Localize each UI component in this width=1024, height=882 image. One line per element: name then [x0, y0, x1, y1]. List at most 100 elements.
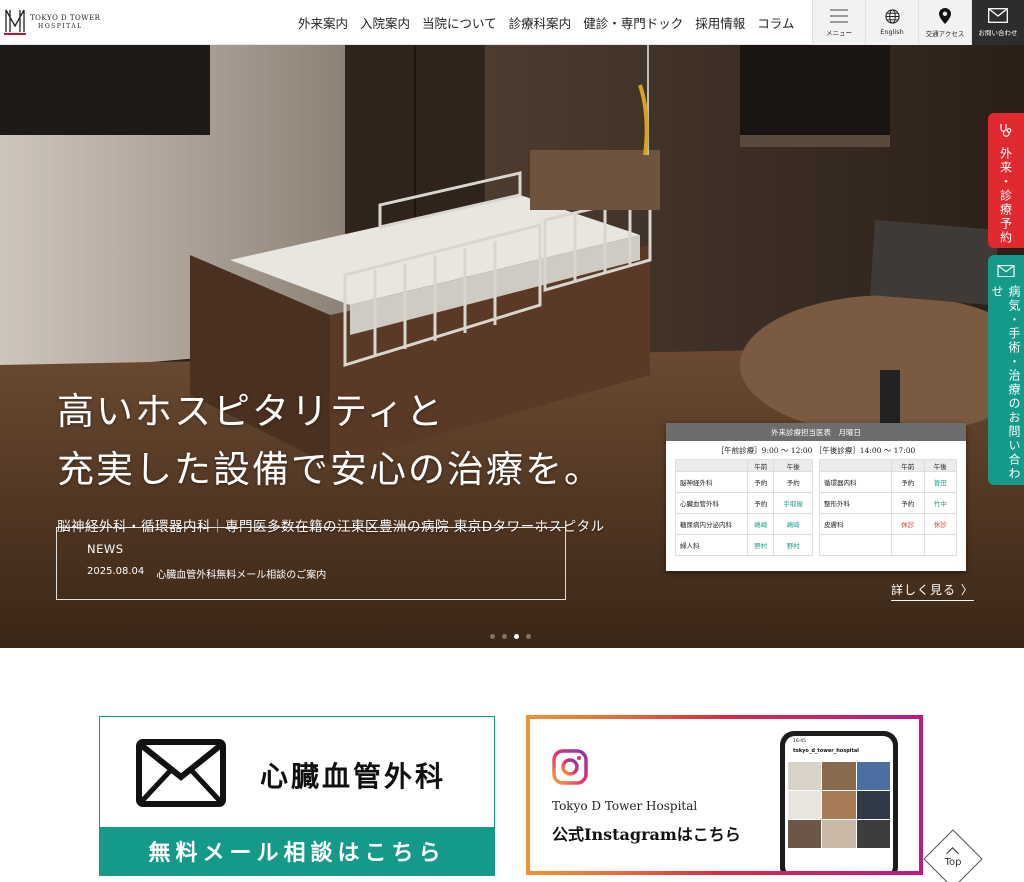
- access-label: 交通アクセス: [925, 29, 965, 38]
- schedule-am: 予約: [891, 492, 925, 514]
- more-details-link[interactable]: 詳しく見る 〉: [891, 581, 974, 601]
- logo-line1: TOKYO D TOWER: [30, 13, 101, 22]
- schedule-row: [819, 534, 957, 556]
- schedule-dept: 脳神経外科: [675, 471, 748, 493]
- nav-column[interactable]: コラム: [751, 13, 800, 32]
- slider-dot[interactable]: [514, 634, 519, 639]
- schedule-dept: 皮膚科: [819, 513, 892, 535]
- schedule-row: 心臓血管外科 予約 手取屋: [675, 492, 813, 514]
- logo-mark-icon: [4, 9, 26, 35]
- slider-dot[interactable]: [490, 634, 495, 639]
- schedule-am: 予約: [746, 471, 775, 493]
- hero-slider[interactable]: 高いホスピタリティと 充実した設備で安心の治療を。 脳神経外科・循環器内科｜専門…: [0, 45, 1024, 648]
- menu-label: メニュー: [826, 28, 852, 37]
- mail-icon: [988, 8, 1008, 23]
- schedule-pm: 休診: [923, 513, 957, 535]
- schedule-am: 休診: [891, 513, 925, 535]
- contact-label: お問い合わせ: [978, 29, 1018, 37]
- nav-recruit[interactable]: 採用情報: [689, 13, 751, 32]
- hero-title-line2: 充実した設備で安心の治療を。: [57, 448, 603, 491]
- schedule-row: 整形外科 予約 竹中: [819, 492, 957, 514]
- access-button[interactable]: 交通アクセス: [918, 0, 971, 45]
- schedule-row: 循環器内科 予約 曽田: [819, 471, 957, 493]
- schedule-table-left: 午前 午後 脳神経外科 予約 予約 心臓血管外科 予約 手取屋 糖尿病内分泌内科 嶋崎 嶋崎 婦人…: [675, 459, 813, 556]
- slider-dots: [490, 634, 531, 639]
- schedule-dept: 整形外科: [819, 492, 892, 514]
- nav-inpatient[interactable]: 入院案内: [354, 13, 416, 32]
- nav-checkup[interactable]: 健診・専門ドック: [577, 13, 689, 32]
- schedule-pm: 嶋崎: [773, 513, 813, 535]
- phone-username: tokyo_d_tower_hospital: [793, 748, 859, 754]
- schedule-dept: 糖尿病内分泌内科: [675, 513, 748, 535]
- hospital-logo[interactable]: TOKYO D TOWER HOSPITAL: [4, 6, 100, 38]
- instagram-banner[interactable]: Tokyo D Tower Hospital 公式Instagramはこちら 1…: [526, 715, 923, 875]
- english-label: English: [880, 28, 904, 36]
- schedule-pm: 野村: [773, 534, 813, 556]
- news-box[interactable]: NEWS 2025.08.04 心臓血管外科無料メール相談のご案内: [56, 527, 566, 600]
- schedule-pm: 竹中: [923, 492, 957, 514]
- cardiac-mail-consult-banner[interactable]: 心臓血管外科 無料メール相談はこちら: [99, 716, 495, 876]
- schedule-am: 嶋崎: [746, 513, 775, 535]
- schedule-dept: [819, 534, 892, 556]
- news-text: 心臓血管外科無料メール相談のご案内: [156, 570, 327, 581]
- schedule-dept: 婦人科: [675, 534, 748, 556]
- globe-icon: [884, 9, 900, 24]
- hero-copy: 高いホスピタリティと 充実した設備で安心の治療を。 脳神経外科・循環器内科｜専門…: [57, 383, 605, 535]
- mail-icon: [997, 265, 1015, 278]
- site-header: TOKYO D TOWER HOSPITAL 外来案内 入院案内 当院について …: [0, 0, 1024, 45]
- english-button[interactable]: English: [865, 0, 918, 45]
- news-heading: NEWS: [87, 542, 124, 556]
- schedule-row: 婦人科 野村 野村: [675, 534, 813, 556]
- schedule-pm: [923, 534, 957, 556]
- hamburger-icon: [830, 9, 848, 22]
- photo-grid: [788, 762, 890, 848]
- map-pin-icon: [939, 7, 951, 24]
- schedule-am: 予約: [891, 471, 925, 493]
- cardiac-banner-cta: 無料メール相談はこちら: [100, 827, 494, 875]
- contact-button[interactable]: お問い合わせ: [971, 0, 1024, 45]
- news-item[interactable]: 2025.08.04 心臓血管外科無料メール相談のご案内: [87, 566, 535, 581]
- schedule-am: 予約: [746, 492, 775, 514]
- nav-about[interactable]: 当院について: [416, 13, 503, 32]
- back-to-top-label: Top: [944, 857, 962, 868]
- global-nav: 外来案内 入院案内 当院について 診療科案内 健診・専門ドック 採用情報 コラム: [292, 0, 800, 45]
- schedule-dept: 心臓血管外科: [675, 492, 748, 514]
- col-pm: 午後: [923, 459, 957, 472]
- instagram-account-name: Tokyo D Tower Hospital: [552, 799, 698, 813]
- news-date: 2025.08.04: [87, 566, 145, 577]
- schedule-row: 皮膚科 休診 休診: [819, 513, 957, 535]
- schedule-title: 外来診療担当医表 月曜日: [666, 423, 966, 441]
- envelope-icon: [136, 739, 226, 807]
- col-pm: 午後: [773, 459, 813, 472]
- outpatient-reservation-tab[interactable]: 外来・診療予約: [988, 113, 1024, 248]
- medical-inquiry-tab[interactable]: 病気・手術・治療のお問い合わせ: [988, 255, 1024, 485]
- logo-line2: HOSPITAL: [38, 22, 83, 30]
- schedule-row: 糖尿病内分泌内科 嶋崎 嶋崎: [675, 513, 813, 535]
- col-am: 午前: [746, 459, 775, 472]
- nav-outpatient[interactable]: 外来案内: [292, 13, 354, 32]
- outpatient-reservation-label: 外来・診療予約: [998, 147, 1013, 245]
- instagram-icon: [552, 749, 588, 785]
- schedule-pm: 手取屋: [773, 492, 813, 514]
- col-am: 午前: [891, 459, 925, 472]
- slider-dot[interactable]: [526, 634, 531, 639]
- schedule-am: 野村: [746, 534, 775, 556]
- schedule-row: 脳神経外科 予約 予約: [675, 471, 813, 493]
- schedule-table-right: 午前 午後 循環器内科 予約 曽田 整形外科 予約 竹中 皮膚科 休診 休診: [819, 459, 957, 556]
- phone-mockup: 16:45 tokyo_d_tower_hospital: [780, 731, 898, 871]
- doctor-schedule-card[interactable]: 外来診療担当医表 月曜日 ［午前診療］9:00 〜 12:00 ［午後診療］14…: [666, 423, 966, 571]
- cardiac-banner-title: 心臓血管外科: [260, 760, 447, 793]
- schedule-am: [891, 534, 925, 556]
- schedule-pm: 曽田: [923, 471, 957, 493]
- slider-dot[interactable]: [502, 634, 507, 639]
- hero-title: 高いホスピタリティと 充実した設備で安心の治療を。: [57, 383, 605, 499]
- stethoscope-icon: [1000, 124, 1012, 137]
- nav-departments[interactable]: 診療科案内: [503, 13, 578, 32]
- hero-title-line1: 高いホスピタリティと: [57, 390, 445, 433]
- instagram-cta: 公式Instagramはこちら: [552, 825, 741, 844]
- phone-time: 16:45: [793, 739, 806, 744]
- schedule-hours: ［午前診療］9:00 〜 12:00 ［午後診療］14:00 〜 17:00: [716, 446, 916, 455]
- schedule-dept: 循環器内科: [819, 471, 892, 493]
- utility-nav: メニュー English 交通アクセス お問い合わせ: [812, 0, 1024, 45]
- menu-button[interactable]: メニュー: [812, 0, 865, 45]
